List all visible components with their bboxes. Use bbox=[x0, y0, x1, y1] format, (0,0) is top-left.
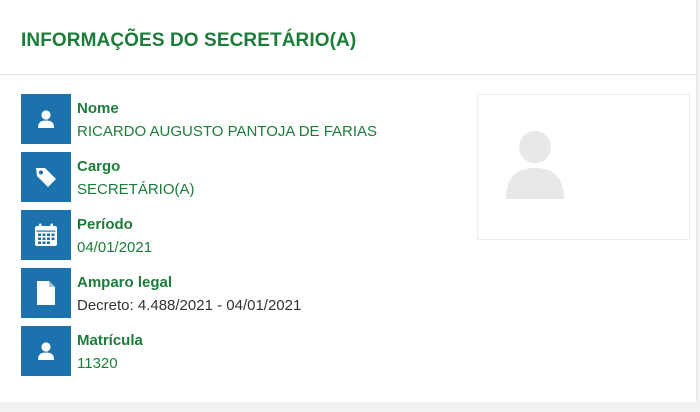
field-label: Amparo legal bbox=[77, 274, 173, 291]
tag-icon bbox=[21, 152, 71, 202]
field-value: SECRETÁRIO(A) bbox=[77, 181, 195, 198]
profile-photo bbox=[477, 94, 690, 240]
info-card: INFORMAÇÕES DO SECRETÁRIO(A) Nome RICARD… bbox=[0, 0, 697, 402]
field-label: Cargo bbox=[77, 158, 121, 175]
user-icon bbox=[21, 94, 71, 144]
field-value: Decreto: 4.488/2021 - 04/01/2021 bbox=[77, 297, 302, 314]
field-value: 11320 bbox=[77, 355, 118, 372]
user-icon bbox=[21, 326, 71, 376]
field-value: 04/01/2021 bbox=[77, 239, 153, 256]
field-label: Matrícula bbox=[77, 332, 143, 349]
avatar-placeholder-icon bbox=[506, 131, 564, 199]
calendar-icon bbox=[21, 210, 71, 260]
document-icon bbox=[21, 268, 71, 318]
field-label: Nome bbox=[77, 100, 119, 117]
field-value: RICARDO AUGUSTO PANTOJA DE FARIAS bbox=[77, 123, 378, 140]
field-cargo: Cargo SECRETÁRIO(A) bbox=[21, 152, 441, 202]
field-name: Nome RICARDO AUGUSTO PANTOJA DE FARIAS bbox=[21, 94, 441, 144]
field-periodo: Período 04/01/2021 bbox=[21, 210, 441, 260]
card-header: INFORMAÇÕES DO SECRETÁRIO(A) bbox=[0, 0, 696, 75]
section-title: INFORMAÇÕES DO SECRETÁRIO(A) bbox=[21, 30, 357, 51]
field-label: Período bbox=[77, 216, 133, 233]
field-matricula: Matrícula 11320 bbox=[21, 326, 441, 376]
field-amparo-legal: Amparo legal Decreto: 4.488/2021 - 04/01… bbox=[21, 268, 441, 318]
